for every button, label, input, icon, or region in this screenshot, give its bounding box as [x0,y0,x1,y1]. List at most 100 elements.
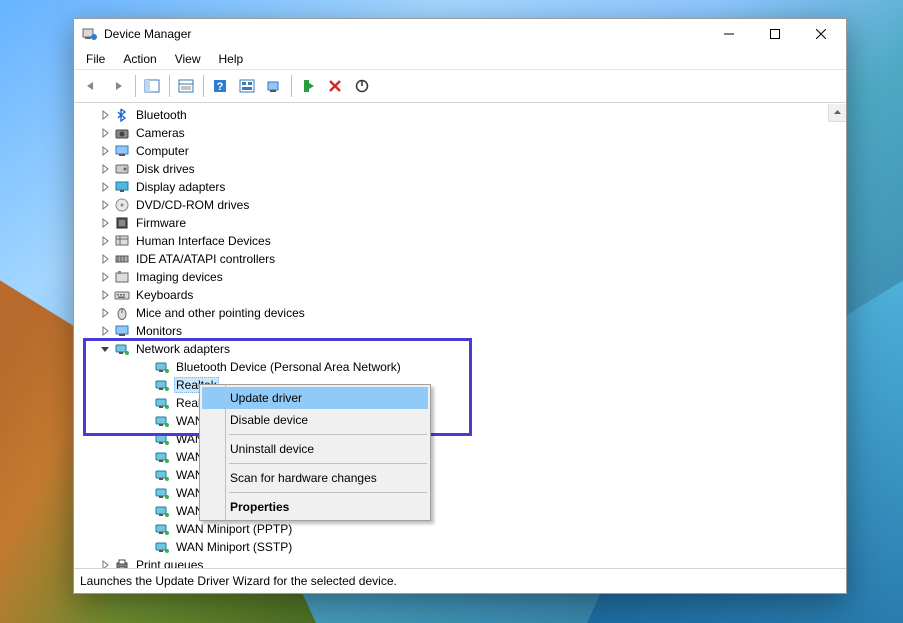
tree-category[interactable]: Imaging devices [78,268,846,286]
network-adapter-icon [154,359,170,375]
network-adapter-icon [154,395,170,411]
tree-label: Computer [134,144,191,158]
scroll-up-button[interactable] [828,104,846,122]
chevron-right-icon[interactable] [98,198,112,212]
hid-icon [114,233,130,249]
chevron-right-icon[interactable] [98,126,112,140]
context-menu-item[interactable]: Update driver [202,387,428,409]
context-menu-separator [229,434,427,435]
tree-category[interactable]: Cameras [78,124,846,142]
tree-label: Print queues [134,558,205,568]
tree-device[interactable]: WAN M [78,484,846,502]
device-tree[interactable]: Bluetooth Cameras Computer Disk drivesDispl… [74,104,846,568]
tree-device[interactable]: WAN M [78,466,846,484]
chevron-right-icon[interactable] [98,234,112,248]
computer-icon [114,143,130,159]
tree-label: WAN Miniport (SSTP) [174,540,294,554]
tree-category[interactable]: DVD/CD-ROM drives [78,196,846,214]
chevron-right-icon[interactable] [98,162,112,176]
chevron-right-icon[interactable] [98,144,112,158]
chevron-right-icon[interactable] [98,180,112,194]
tree-label: Network adapters [134,342,232,356]
monitor-icon [114,323,130,339]
tree-device[interactable]: WAN M [78,430,846,448]
imaging-icon [114,269,130,285]
network-adapter-icon [154,485,170,501]
tree-category[interactable]: Firmware [78,214,846,232]
context-menu-item[interactable]: Scan for hardware changes [202,467,428,489]
maximize-button[interactable] [752,19,798,49]
chevron-right-icon[interactable] [98,108,112,122]
context-menu-item[interactable]: Disable device [202,409,428,431]
tree-device[interactable]: WAN Miniport (PPPOE) [78,502,846,520]
chevron-right-icon[interactable] [98,270,112,284]
tree-label: WAN Miniport (PPTP) [174,522,294,536]
help-button[interactable]: ? [207,73,233,99]
scan-hardware-button[interactable] [234,73,260,99]
network-adapter-icon [154,521,170,537]
tree-category[interactable]: Human Interface Devices [78,232,846,250]
tree-device[interactable]: Bluetooth Device (Personal Area Network) [78,358,846,376]
title-bar: Device Manager [74,19,846,49]
tree-device[interactable]: Realtek [78,394,846,412]
tree-category[interactable]: Computer [78,142,846,160]
forward-button[interactable] [105,73,131,99]
uninstall-button[interactable] [322,73,348,99]
status-text: Launches the Update Driver Wizard for th… [80,574,397,588]
display-icon [114,179,130,195]
tree-device[interactable]: Realtek [78,376,846,394]
tree-category[interactable]: Mice and other pointing devices [78,304,846,322]
show-hide-tree-button[interactable] [139,73,165,99]
tree-label: Human Interface Devices [134,234,273,248]
tree-device[interactable]: WAN M [78,448,846,466]
disk-icon [114,161,130,177]
network-adapter-icon [154,377,170,393]
tree-category[interactable]: Bluetooth [78,106,846,124]
tree-label: Mice and other pointing devices [134,306,307,320]
tree-device[interactable]: WAN M [78,412,846,430]
chevron-right-icon[interactable] [98,324,112,338]
printer-icon [114,557,130,568]
back-button[interactable] [78,73,104,99]
disable-button[interactable] [349,73,375,99]
tree-label: Monitors [134,324,184,338]
tree-device[interactable]: WAN Miniport (SSTP) [78,538,846,556]
tree-category[interactable]: Monitors [78,322,846,340]
ide-icon [114,251,130,267]
close-button[interactable] [798,19,844,49]
network-adapter-icon [154,539,170,555]
tree-category[interactable]: Disk drives [78,160,846,178]
context-menu: Update driverDisable device Uninstall dev… [199,384,431,521]
mouse-icon [114,305,130,321]
chevron-right-icon[interactable] [98,306,112,320]
chevron-right-icon[interactable] [98,216,112,230]
tree-category[interactable]: Display adapters [78,178,846,196]
context-menu-separator [229,463,427,464]
chevron-right-icon[interactable] [98,288,112,302]
chevron-right-icon[interactable] [98,252,112,266]
menu-help[interactable]: Help [211,51,252,67]
chevron-right-icon[interactable] [98,558,112,568]
tree-category[interactable]: Keyboards [78,286,846,304]
tree-device[interactable]: WAN Miniport (PPTP) [78,520,846,538]
tree-label: Firmware [134,216,188,230]
menu-action[interactable]: Action [115,51,164,67]
tree-category[interactable]: IDE ATA/ATAPI controllers [78,250,846,268]
context-menu-item[interactable]: Properties [202,496,428,518]
menu-view[interactable]: View [167,51,209,67]
context-menu-item[interactable]: Uninstall device [202,438,428,460]
tree-label: Bluetooth Device (Personal Area Network) [174,360,403,374]
chevron-down-icon[interactable] [98,342,112,356]
update-driver-button[interactable] [261,73,287,99]
status-bar: Launches the Update Driver Wizard for th… [74,568,846,593]
properties-button[interactable] [173,73,199,99]
minimize-button[interactable] [706,19,752,49]
tree-label: Cameras [134,126,187,140]
menu-file[interactable]: File [78,51,113,67]
tree-category[interactable]: Network adapters [78,340,846,358]
tree-category[interactable]: Print queues [78,556,846,568]
enable-device-button[interactable] [295,73,321,99]
bluetooth-icon [114,107,130,123]
network-adapter-icon [154,431,170,447]
tree-label: Imaging devices [134,270,225,284]
